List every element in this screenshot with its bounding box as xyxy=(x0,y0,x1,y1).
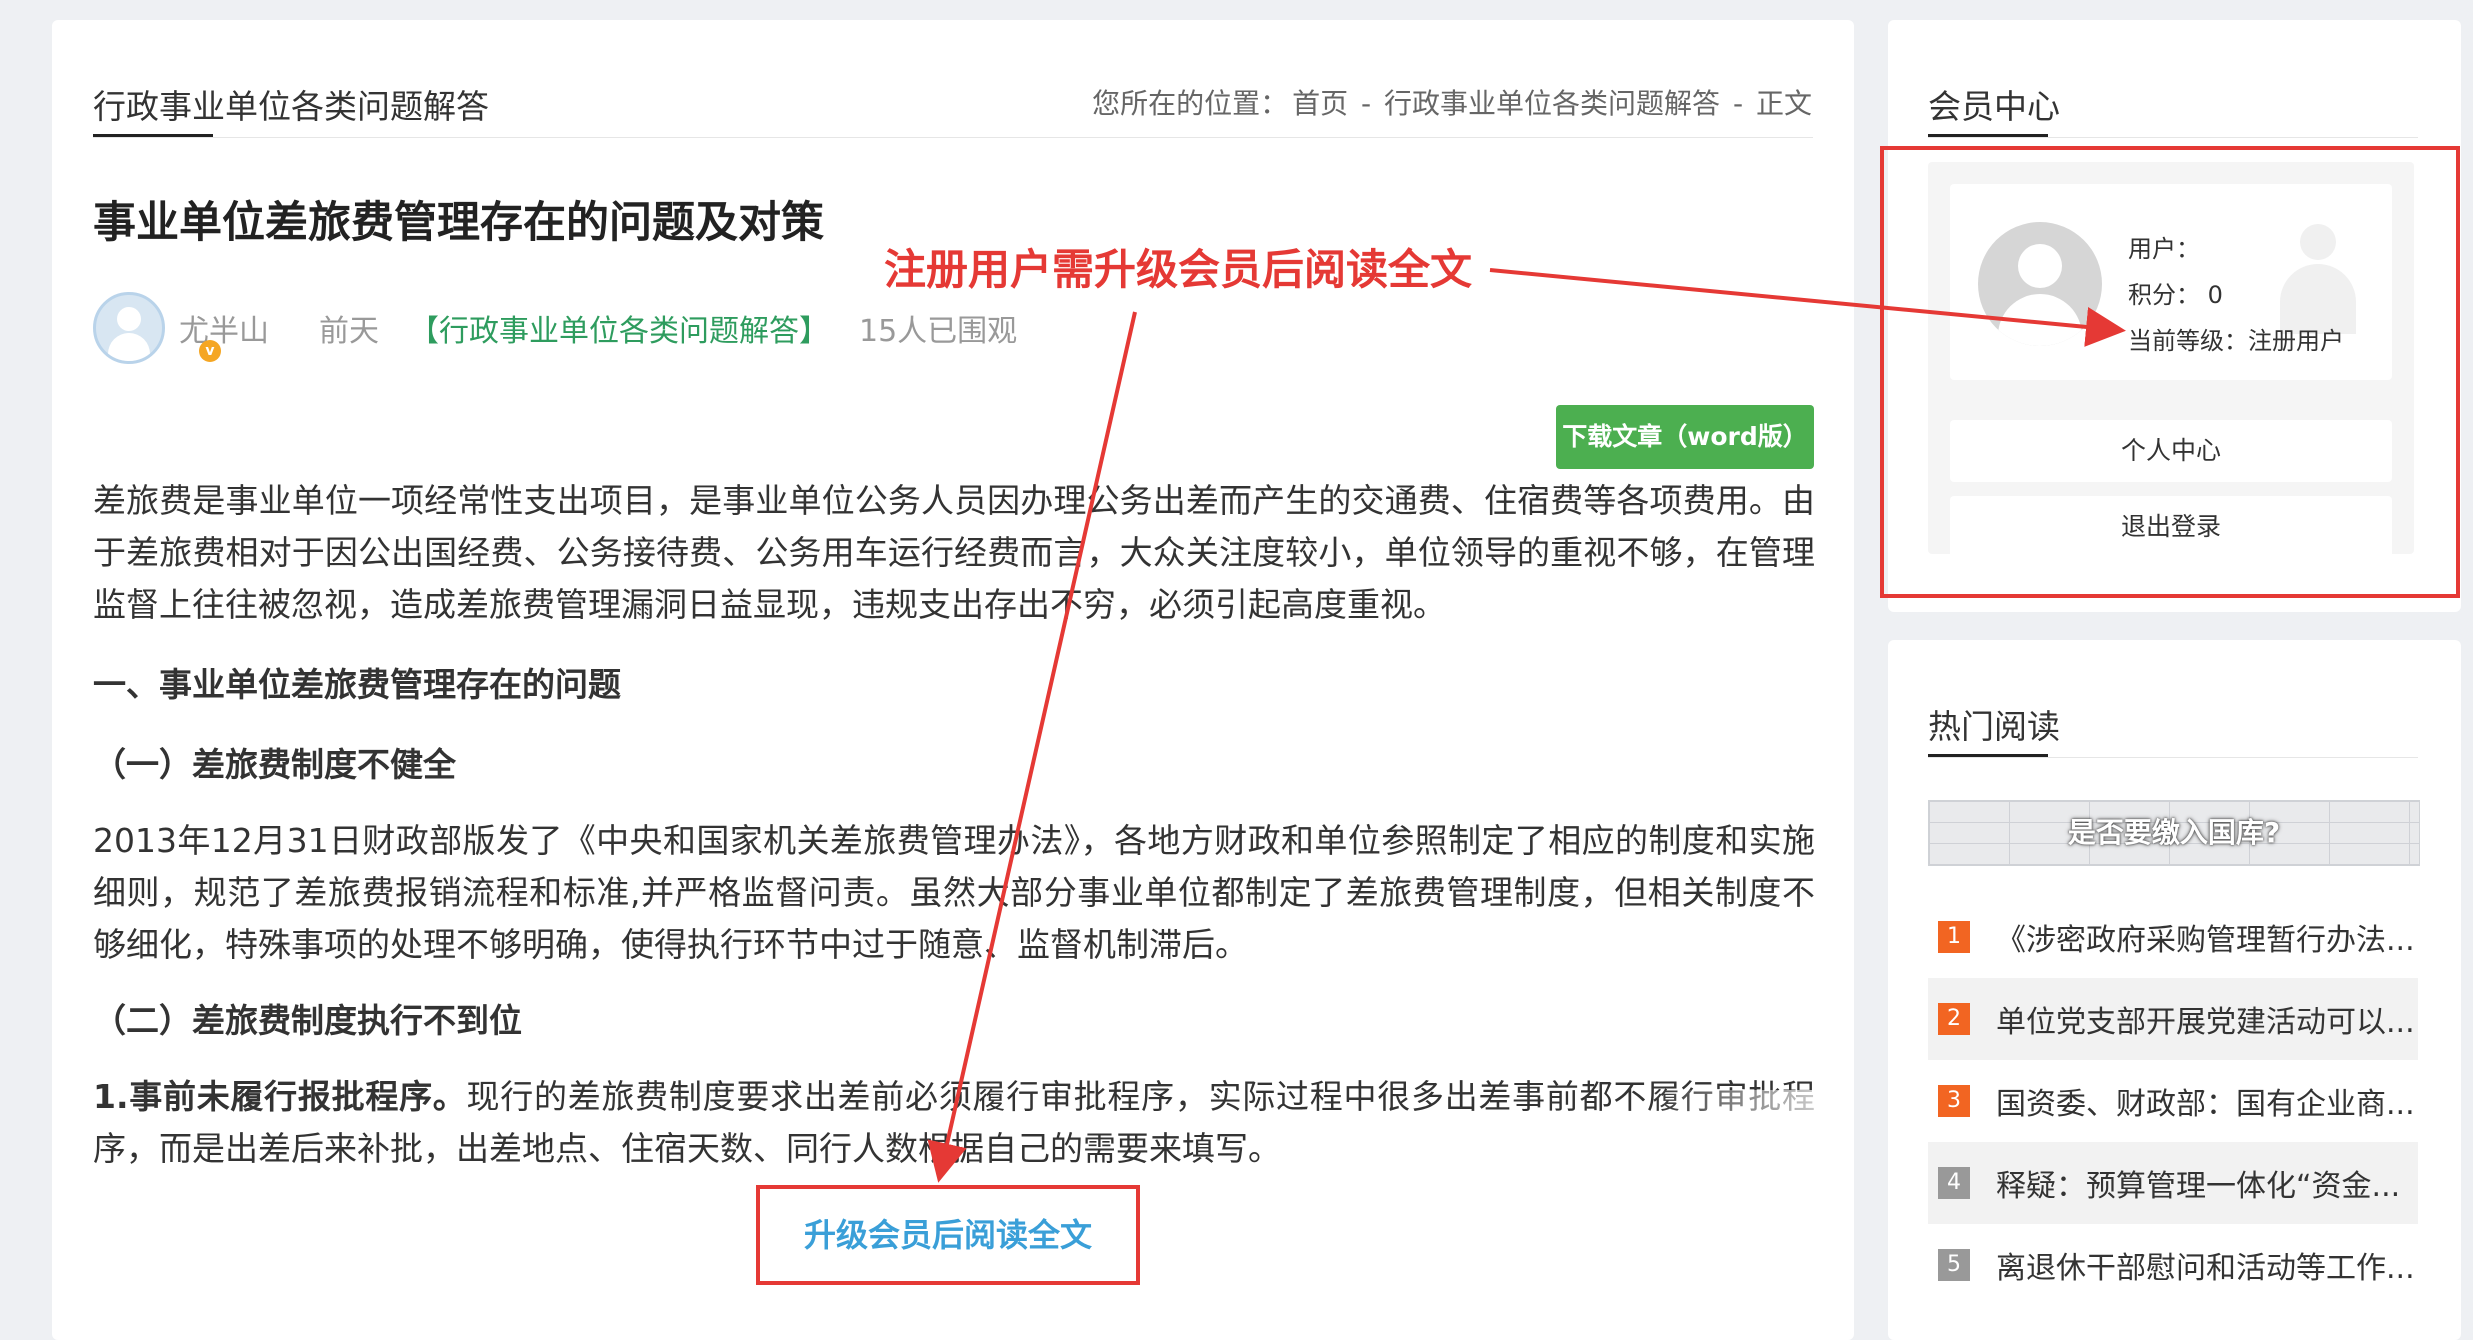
paragraph: 差旅费是事业单位一项经常性支出项目，是事业单位公务人员因办理公务出差而产生的交通… xyxy=(93,481,1815,624)
hot-title-divider xyxy=(1928,757,2418,758)
hot-list: 1 《涉密政府采购管理暂行办法... 2 单位党支部开展党建活动可以... 3 国资委… xyxy=(1928,896,2418,1306)
hot-item[interactable]: 5 离退休干部慰问和活动等工作... xyxy=(1928,1224,2418,1306)
author-name[interactable]: 尤半山 xyxy=(179,306,269,350)
breadcrumb-sep: - xyxy=(1732,87,1744,120)
annotation-text: 注册用户需升级会员后阅读全文 xyxy=(884,245,1473,294)
hot-item-text[interactable]: 单位党支部开展党建活动可以... xyxy=(1996,997,2415,1041)
breadcrumb-label: 您所在的位置： xyxy=(1092,87,1289,120)
hot-item[interactable]: 3 国资委、财政部：国有企业商... xyxy=(1928,1060,2418,1142)
article-panel: 行政事业单位各类问题解答 您所在的位置： 首页 - 行政事业单位各类问题解答 - … xyxy=(52,20,1854,1340)
verified-icon: v xyxy=(199,340,221,362)
content-fade xyxy=(1652,1090,1852,1210)
hot-reading-title: 热门阅读 xyxy=(1928,707,2060,746)
article-content: 差旅费是事业单位一项经常性支出项目，是事业单位公务人员因办理公务出差而产生的交通… xyxy=(93,475,1815,1199)
upgrade-read-full-button[interactable]: 升级会员后阅读全文 xyxy=(756,1185,1140,1285)
rank-badge: 5 xyxy=(1938,1249,1970,1281)
category-title: 行政事业单位各类问题解答 xyxy=(93,87,489,126)
hot-reading-panel: 热门阅读 是否要缴入国库? 1 《涉密政府采购管理暂行办法... 2 单位党支部开展… xyxy=(1888,640,2461,1340)
rank-badge: 3 xyxy=(1938,1085,1970,1117)
article-category-link[interactable]: 【行政事业单位各类问题解答】 xyxy=(409,306,829,350)
paragraph: 2013年12月31日财政部版发了《中央和国家机关差旅费管理办法》，各地方财政和… xyxy=(93,821,1815,964)
hot-item[interactable]: 2 单位党支部开展党建活动可以... xyxy=(1928,978,2418,1060)
subsection-heading: （一）差旅费制度不健全 xyxy=(93,745,456,784)
article-meta: v 尤半山 前天 【行政事业单位各类问题解答】 15人已围观 xyxy=(93,288,1017,368)
hot-item-text[interactable]: 国资委、财政部：国有企业商... xyxy=(1996,1079,2415,1123)
breadcrumb: 您所在的位置： 首页 - 行政事业单位各类问题解答 - 正文 xyxy=(1090,82,1814,122)
breadcrumb-category[interactable]: 行政事业单位各类问题解答 xyxy=(1384,87,1720,120)
rank-badge: 2 xyxy=(1938,1003,1970,1035)
paragraph-lead: 1.事前未履行报批程序。 xyxy=(93,1077,467,1116)
download-word-button[interactable]: 下载文章（word版） xyxy=(1556,405,1814,469)
subsection-heading: （二）差旅费制度执行不到位 xyxy=(93,1001,522,1040)
hot-featured-image[interactable]: 是否要缴入国库? xyxy=(1928,800,2420,866)
hot-item-text[interactable]: 释疑：预算管理一体化“资金... xyxy=(1996,1161,2400,1205)
hot-item-text[interactable]: 《涉密政府采购管理暂行办法... xyxy=(1996,915,2415,959)
header-divider xyxy=(93,137,1813,138)
publish-time: 前天 xyxy=(319,314,379,349)
view-count: 15人已围观 xyxy=(859,314,1018,349)
rank-badge: 4 xyxy=(1938,1167,1970,1199)
member-highlight-box xyxy=(1880,146,2460,598)
breadcrumb-sep: - xyxy=(1361,87,1372,120)
breadcrumb-home[interactable]: 首页 xyxy=(1292,87,1348,120)
hot-image-caption: 是否要缴入国库? xyxy=(2067,816,2281,849)
member-title-divider xyxy=(1928,137,2418,138)
hot-item-text[interactable]: 离退休干部慰问和活动等工作... xyxy=(1996,1243,2415,1287)
breadcrumb-current: 正文 xyxy=(1755,87,1812,120)
hot-item[interactable]: 4 释疑：预算管理一体化“资金... xyxy=(1928,1142,2418,1224)
rank-badge: 1 xyxy=(1938,921,1970,953)
article-title: 事业单位差旅费管理存在的问题及对策 xyxy=(93,198,824,248)
member-center-title: 会员中心 xyxy=(1928,87,2060,126)
hot-item[interactable]: 1 《涉密政府采购管理暂行办法... xyxy=(1928,896,2418,978)
section-heading: 一、事业单位差旅费管理存在的问题 xyxy=(93,665,621,704)
paragraph: 1.事前未履行报批程序。现行的差旅费制度要求出差前必须履行审批程序，实际过程中很… xyxy=(93,1071,1815,1175)
author-avatar[interactable] xyxy=(93,292,165,364)
